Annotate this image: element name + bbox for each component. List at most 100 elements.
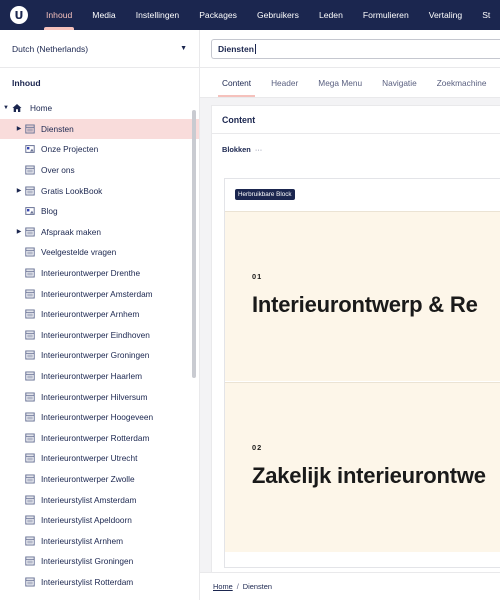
caret-right-icon[interactable]: ▶ <box>15 228 23 235</box>
document-icon <box>25 556 35 566</box>
nav-item-st[interactable]: St <box>472 0 500 30</box>
nav-item-leden[interactable]: Leden <box>309 0 353 30</box>
nav-item-media[interactable]: Media <box>82 0 125 30</box>
blocks-property-label: Blokken ··· <box>222 145 262 154</box>
nav-item-packages[interactable]: Packages <box>189 0 247 30</box>
content-block[interactable]: 02 Zakelijk interieurontwe <box>225 382 500 552</box>
tree-item[interactable]: Interieurstylist Groningen <box>0 551 199 572</box>
tree-item-label: Interieurstylist Arnhem <box>41 535 124 546</box>
caret-down-icon[interactable]: ▼ <box>2 105 10 111</box>
document-icon <box>25 268 35 278</box>
tree-item[interactable]: Interieurontwerper Eindhoven <box>0 325 199 346</box>
content-block[interactable]: 01 Interieurontwerp & Re <box>225 211 500 381</box>
tab-navigatie[interactable]: Navigatie <box>372 68 427 97</box>
document-icon <box>25 536 35 546</box>
document-icon <box>25 474 35 484</box>
tree-item[interactable]: Interieurstylist Arnhem <box>0 530 199 551</box>
reusable-block-badge: Herbruikbare Block <box>235 189 295 200</box>
tree-item[interactable]: Interieurontwerper Hilversum <box>0 386 199 407</box>
block-heading: Zakelijk interieurontwe <box>252 463 486 488</box>
block-number: 01 <box>252 272 263 281</box>
tree-item[interactable]: Onze Projecten <box>0 139 199 160</box>
tree-item[interactable]: Interieurontwerper Haarlem <box>0 366 199 387</box>
breadcrumb-home-link[interactable]: Home <box>213 582 233 591</box>
tab-s[interactable]: S <box>497 68 500 97</box>
document-icon <box>25 247 35 257</box>
more-options-icon[interactable]: ··· <box>255 145 262 154</box>
content-tree: ▼ Home ▶ Diensten Onze Projecten Over ons ▶ Gra… <box>0 98 199 592</box>
tab-content[interactable]: Content <box>212 68 261 97</box>
tree-item-label: Interieurontwerper Rotterdam <box>41 432 150 443</box>
tree-item[interactable]: Interieurontwerper Arnhem <box>0 304 199 325</box>
umbraco-logo-icon[interactable]: U <box>10 6 28 24</box>
document-icon <box>25 412 35 422</box>
top-navigation: U Inhoud Media Instellingen Packages Gebruik… <box>0 0 500 30</box>
tree-item-label: Interieurontwerper Groningen <box>41 350 150 361</box>
tree-item[interactable]: Interieurstylist Apeldoorn <box>0 510 199 531</box>
nav-item-formulieren[interactable]: Formulieren <box>353 0 419 30</box>
block-list: Herbruikbare Block 01 Interieurontwerp & … <box>224 178 500 568</box>
tree-item[interactable]: Interieurontwerper Drenthe <box>0 263 199 284</box>
caret-right-icon[interactable]: ▶ <box>15 125 23 132</box>
tree-item[interactable]: Interieurontwerper Zwolle <box>0 469 199 490</box>
document-icon <box>25 165 35 175</box>
tree-item[interactable]: Interieurontwerper Hoogeveen <box>0 407 199 428</box>
tree-item-label: Blog <box>41 206 58 217</box>
nav-item-inhoud[interactable]: Inhoud <box>36 0 82 30</box>
tree-item-label: Interieurstylist Groningen <box>41 556 134 567</box>
content-tree-sidebar: Dutch (Netherlands) ▼ Inhoud ▼ Home ▶ Diens… <box>0 30 200 600</box>
document-icon <box>25 453 35 463</box>
blocks-label: Blokken <box>222 145 251 154</box>
nav-item-vertaling[interactable]: Vertaling <box>419 0 472 30</box>
document-icon <box>25 371 35 381</box>
tree-item[interactable]: Veelgestelde vragen <box>0 242 199 263</box>
tree-item-label: Interieurontwerper Zwolle <box>41 473 135 484</box>
tree-item[interactable]: Blog <box>0 201 199 222</box>
breadcrumb-current: Diensten <box>242 582 272 591</box>
tab-header[interactable]: Header <box>261 68 308 97</box>
tree-item[interactable]: Interieurontwerper Groningen <box>0 345 199 366</box>
caret-right-icon[interactable]: ▶ <box>15 187 23 194</box>
node-name-value: Diensten <box>218 43 254 54</box>
tree-section-title[interactable]: Inhoud <box>0 68 199 98</box>
tree-item-label: Diensten <box>41 123 74 134</box>
document-icon <box>25 350 35 360</box>
tab-zoekmachine[interactable]: Zoekmachine <box>427 68 497 97</box>
tree-item[interactable]: ▼ Home <box>0 98 199 119</box>
tree-item[interactable]: Interieurstylist Rotterdam <box>0 572 199 593</box>
tree-item[interactable]: ▶ Gratis LookBook <box>0 180 199 201</box>
sidebar-scrollbar[interactable] <box>192 110 196 378</box>
culture-selector[interactable]: Dutch (Netherlands) ▼ <box>0 30 199 68</box>
tree-item[interactable]: Interieurontwerper Amsterdam <box>0 283 199 304</box>
document-icon <box>25 186 35 196</box>
tree-item-label: Interieurontwerper Arnhem <box>41 309 140 320</box>
document-icon <box>25 330 35 340</box>
document-icon <box>25 577 35 587</box>
tree-item[interactable]: ▶ Diensten <box>0 118 199 140</box>
tree-item[interactable]: Interieurstylist Amsterdam <box>0 489 199 510</box>
tree-item-label: Gratis LookBook <box>41 185 103 196</box>
tree-item[interactable]: Over ons <box>0 160 199 181</box>
document-icon <box>25 289 35 299</box>
block-number: 02 <box>252 443 263 452</box>
document-icon <box>25 124 35 134</box>
nav-item-gebruikers[interactable]: Gebruikers <box>247 0 309 30</box>
home-icon <box>12 103 22 113</box>
tree-item[interactable]: Interieurontwerper Utrecht <box>0 448 199 469</box>
gallery-icon <box>25 206 35 216</box>
content-editor: Diensten Content Header Mega Menu Navigatie… <box>200 30 500 600</box>
chevron-down-icon: ▼ <box>180 45 187 52</box>
tab-mega-menu[interactable]: Mega Menu <box>308 68 372 97</box>
tree-item-label: Interieurstylist Apeldoorn <box>41 515 132 526</box>
nav-item-instellingen[interactable]: Instellingen <box>126 0 189 30</box>
document-icon <box>25 515 35 525</box>
tree-item-label: Afspraak maken <box>41 226 101 237</box>
tree-item[interactable]: Interieurontwerper Rotterdam <box>0 428 199 449</box>
tree-item[interactable]: ▶ Afspraak maken <box>0 222 199 243</box>
tree-item-label: Interieurontwerper Drenthe <box>41 268 141 279</box>
node-name-input[interactable]: Diensten <box>211 38 500 59</box>
content-panel: Content Blokken ··· Herbruikbare Block 0… <box>211 105 500 575</box>
document-icon <box>25 495 35 505</box>
document-icon <box>25 309 35 319</box>
tree-item-label: Home <box>30 103 53 114</box>
